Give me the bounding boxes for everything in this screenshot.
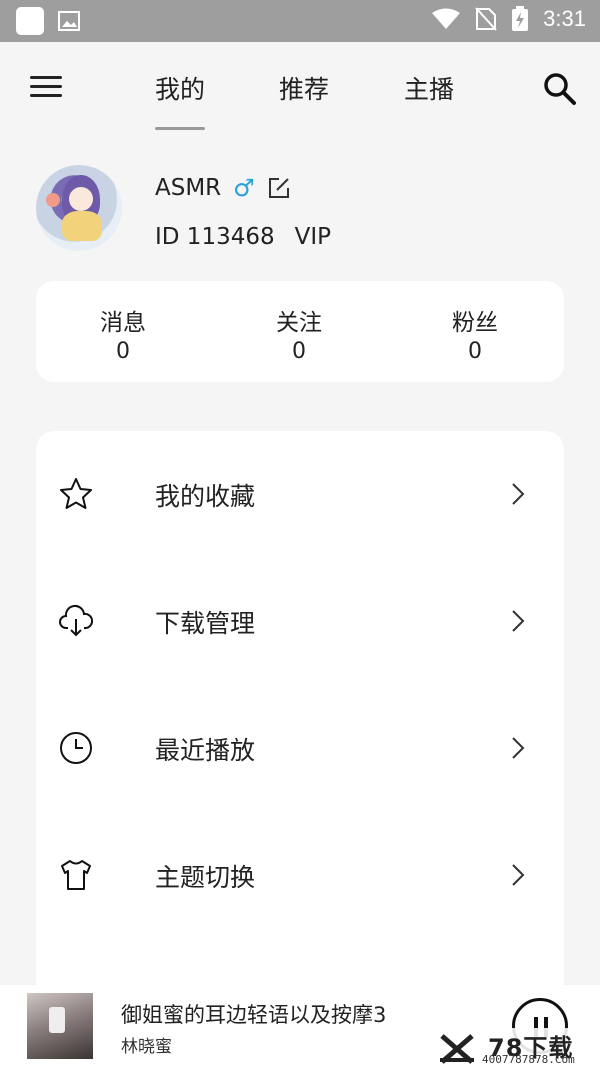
clock-time: 3:31 — [543, 6, 586, 31]
chevron-right-icon — [512, 483, 525, 505]
battery-charging-icon — [512, 6, 529, 31]
chevron-right-icon — [512, 864, 525, 886]
menu-item-downloads[interactable]: 下载管理 — [36, 558, 564, 658]
stat-following[interactable]: 关注 0 — [249, 303, 349, 364]
watermark-logo-icon — [440, 1034, 474, 1064]
username: ASMR — [155, 175, 222, 201]
notification-app-icon — [16, 7, 44, 35]
top-navigation: 我的 推荐 主播 — [0, 42, 600, 137]
stat-value: 0 — [468, 339, 482, 364]
chevron-right-icon — [512, 610, 525, 632]
no-sim-icon — [475, 7, 497, 31]
stat-value: 0 — [292, 339, 306, 364]
menu-card: 我的收藏 下载管理 最近播放 主题切换 — [36, 431, 564, 1031]
menu-item-label: 最近播放 — [155, 736, 256, 765]
cloud-download-icon — [59, 605, 94, 637]
username-row: ASMR ♂ — [155, 174, 291, 202]
menu-item-label: 下载管理 — [155, 609, 256, 638]
edit-icon[interactable] — [267, 176, 291, 200]
profile-section: ASMR ♂ ID 113468 VIP — [0, 160, 600, 260]
watermark: 78下载 4007787878.Com — [436, 1028, 600, 1067]
menu-item-theme[interactable]: 主题切换 — [36, 812, 564, 912]
avatar[interactable] — [36, 165, 122, 251]
hamburger-menu-icon[interactable] — [30, 76, 62, 102]
wifi-icon — [432, 8, 461, 29]
stat-messages[interactable]: 消息 0 — [73, 303, 173, 364]
track-artist: 林晓蜜 — [121, 1037, 172, 1057]
user-id-row: ID 113468 VIP — [155, 224, 331, 250]
user-id: ID 113468 — [155, 224, 275, 250]
stat-value: 0 — [116, 339, 130, 364]
search-icon[interactable] — [543, 72, 577, 106]
male-gender-icon: ♂ — [233, 174, 255, 202]
tab-anchors[interactable]: 主播 — [404, 70, 454, 106]
watermark-url: 4007787878.Com — [482, 1053, 575, 1066]
track-title: 御姐蜜的耳边轻语以及按摩3 — [121, 1003, 387, 1027]
star-icon — [60, 478, 92, 509]
status-bar: 3:31 — [0, 0, 600, 42]
menu-item-favorites[interactable]: 我的收藏 — [36, 431, 564, 531]
image-notification-icon — [58, 11, 80, 31]
stats-card: 消息 0 关注 0 粉丝 0 — [36, 281, 564, 382]
menu-item-label: 主题切换 — [155, 863, 256, 892]
clock-icon — [60, 732, 92, 764]
stat-label: 粉丝 — [452, 310, 498, 336]
album-cover[interactable] — [27, 993, 93, 1059]
menu-item-recent-plays[interactable]: 最近播放 — [36, 685, 564, 785]
vip-label: VIP — [294, 224, 331, 250]
tshirt-icon — [61, 860, 91, 890]
stat-label: 关注 — [276, 310, 322, 336]
stat-fans[interactable]: 粉丝 0 — [425, 303, 525, 364]
tab-recommend[interactable]: 推荐 — [279, 70, 329, 106]
menu-item-label: 我的收藏 — [155, 482, 256, 511]
tab-mine[interactable]: 我的 — [155, 70, 206, 130]
chevron-right-icon — [512, 737, 525, 759]
stat-label: 消息 — [100, 310, 146, 336]
